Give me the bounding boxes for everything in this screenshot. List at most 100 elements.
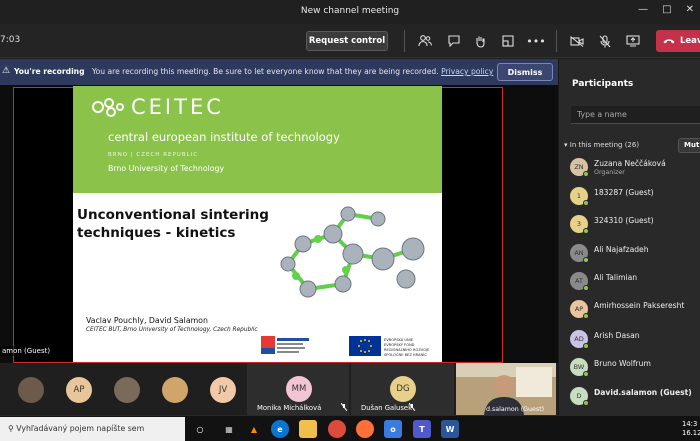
vlc-icon[interactable]: ▲ — [245, 420, 263, 438]
clock-time: 14:3 — [682, 420, 698, 428]
breakout-rooms-icon[interactable] — [499, 32, 517, 50]
participant-tile[interactable]: DG Dušan Galusek — [351, 363, 454, 415]
phone-hangup-icon — [663, 39, 675, 44]
avatar: ZN — [570, 158, 589, 177]
leave-button[interactable]: Leave — [656, 30, 700, 52]
mic-muted-icon — [341, 403, 347, 411]
participant-row[interactable]: ZN Zuzana Neččáková Organizer — [570, 157, 700, 177]
minimize-icon[interactable]: — — [638, 4, 648, 15]
ceitec-logo-icon — [92, 98, 124, 117]
institute-name: central european institute of technology — [108, 130, 340, 144]
more-options-icon[interactable]: ••• — [526, 32, 545, 50]
avatar[interactable] — [162, 377, 188, 403]
people-icon[interactable] — [416, 32, 434, 50]
raise-hand-icon[interactable] — [471, 32, 489, 50]
participant-name: Ali Najafzadeh — [594, 245, 649, 254]
toolbar-divider — [556, 30, 557, 52]
presence-status-icon — [583, 343, 589, 349]
teams-icon[interactable]: T — [413, 420, 431, 438]
meeting-toolbar: 7:03 Request control ••• Leave — [0, 24, 700, 58]
meeting-timer: 7:03 — [0, 35, 21, 45]
avatar[interactable] — [18, 377, 44, 403]
participants-title: Participants — [572, 79, 634, 89]
participant-row[interactable]: D David.salamon (Guest) — [570, 386, 700, 406]
mute-all-button[interactable]: Mut — [678, 138, 700, 153]
presence-status-icon — [583, 200, 589, 206]
avatar: 3 — [570, 215, 589, 234]
avatar[interactable]: AP — [66, 377, 92, 403]
presence-status-icon — [583, 257, 589, 263]
avatar: AT — [570, 272, 589, 291]
slide-header: CEITEC central european institute of tec… — [73, 86, 442, 193]
in-meeting-section[interactable]: ▾ In this meeting (26) — [564, 141, 639, 149]
camera-off-icon[interactable] — [568, 32, 586, 50]
participant-row[interactable]: AT Ali Talimian — [570, 271, 700, 291]
privacy-policy-link[interactable]: Privacy policy — [441, 67, 493, 76]
window-title: New channel meeting — [300, 6, 400, 16]
participant-row[interactable]: 3 324310 (Guest) — [570, 214, 700, 234]
participant-tile-name: d.salamon (Guest) — [486, 406, 545, 413]
presentation-slide: CEITEC central european institute of tec… — [73, 86, 442, 362]
presence-status-icon — [583, 313, 589, 319]
participant-name: Ali Talimian — [594, 273, 638, 282]
participant-tile-name: Dušan Galusek — [361, 404, 413, 412]
avatar[interactable] — [114, 377, 140, 403]
participant-name: Zuzana Neččáková — [594, 159, 666, 168]
slide-authors: Vaclav Pouchly, David Salamon — [86, 316, 208, 325]
request-control-button[interactable]: Request control — [306, 31, 388, 51]
participant-tile-name: Monika Michálková — [257, 404, 322, 412]
molecule-illustration — [280, 206, 425, 298]
edge-icon[interactable]: e — [271, 420, 289, 438]
share-screen-icon[interactable] — [624, 32, 642, 50]
institute-location: BRNO | CZECH REPUBLIC — [108, 152, 199, 158]
maximize-icon[interactable]: □ — [662, 4, 671, 15]
participant-name: Arish Dasan — [594, 331, 640, 340]
chat-icon[interactable] — [445, 32, 463, 50]
windows-taskbar: ⚲ Vyhľadávaný pojem napíšte sem ○ ▦ ▲ e … — [0, 415, 700, 441]
participant-row[interactable]: BW Bruno Wolfrum — [570, 357, 700, 377]
participant-tile[interactable]: MM Monika Michálková — [247, 363, 349, 415]
outlook-icon[interactable]: o — [384, 420, 402, 438]
avatar: AN — [570, 244, 589, 263]
participant-role: Organizer — [594, 169, 625, 176]
warning-icon: ⚠ — [2, 66, 11, 76]
file-explorer-icon[interactable] — [299, 420, 317, 438]
recording-notice: You're recording You are recording this … — [14, 67, 493, 76]
avatar: AP — [570, 300, 589, 319]
participant-search-input[interactable]: Type a name — [571, 106, 700, 124]
presence-status-icon — [583, 228, 589, 234]
avatar: D — [570, 387, 589, 406]
task-view-icon[interactable]: ○ — [191, 420, 209, 438]
system-clock[interactable]: 14:3 16.12.2 — [682, 420, 700, 438]
participant-video-tile[interactable]: d.salamon (Guest) — [456, 363, 556, 415]
participant-row[interactable]: AD Arish Dasan — [570, 329, 700, 349]
avatar: DG — [390, 376, 416, 402]
participant-row[interactable]: 1 183287 (Guest) — [570, 186, 700, 206]
window-controls: — □ ✕ — [638, 4, 694, 15]
presence-status-icon — [583, 371, 589, 377]
chrome-icon[interactable] — [328, 420, 346, 438]
clock-date: 16.12.2 — [682, 429, 700, 437]
microphone-off-icon[interactable] — [596, 32, 614, 50]
participant-row[interactable]: AN Ali Najafzadeh — [570, 243, 700, 263]
presence-status-icon — [583, 400, 589, 406]
participant-name: David.salamon (Guest) — [594, 388, 692, 397]
participant-name: 183287 (Guest) — [594, 188, 654, 197]
eu-flag-icon — [349, 336, 381, 356]
word-icon[interactable]: W — [441, 420, 459, 438]
task-switcher-icon[interactable]: ▦ — [220, 420, 238, 438]
presence-status-icon — [583, 171, 589, 177]
close-icon[interactable]: ✕ — [686, 4, 694, 15]
participant-name: Bruno Wolfrum — [594, 359, 651, 368]
mic-muted-icon — [409, 403, 415, 411]
firefox-icon[interactable] — [356, 420, 374, 438]
search-icon: ⚲ — [8, 424, 14, 433]
dismiss-button[interactable]: Dismiss — [497, 63, 553, 81]
recording-heading: You're recording — [14, 67, 85, 76]
chevron-down-icon: ▾ — [564, 141, 568, 149]
interreg-logo-icon — [261, 336, 309, 354]
taskbar-search-input[interactable]: ⚲ Vyhľadávaný pojem napíšte sem — [0, 417, 185, 441]
avatar[interactable]: JV — [210, 377, 236, 403]
recording-message: You are recording this meeting. Be sure … — [91, 67, 439, 76]
participant-row[interactable]: AP Amirhossein Pakseresht — [570, 299, 700, 319]
